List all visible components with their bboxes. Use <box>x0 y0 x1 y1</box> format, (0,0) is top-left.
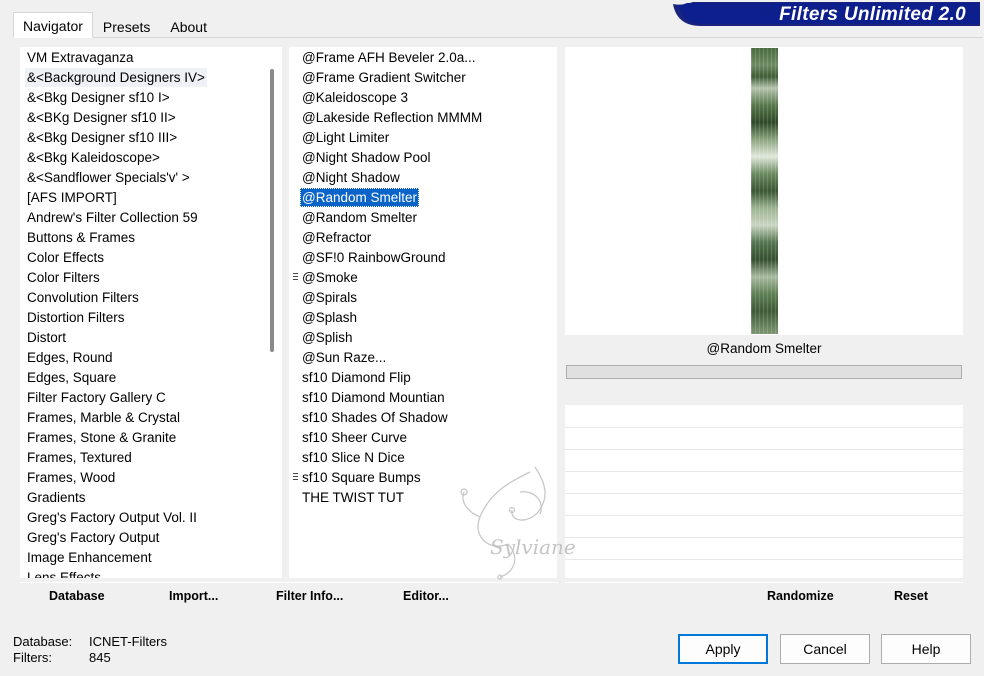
category-item[interactable]: Buttons & Frames <box>25 228 137 247</box>
database-button[interactable]: Database <box>49 589 105 603</box>
filter-item[interactable]: @Spirals <box>300 288 359 307</box>
editor-button[interactable]: Editor... <box>403 589 449 603</box>
filter-item[interactable]: @Lakeside Reflection MMMM <box>300 108 484 127</box>
category-item[interactable]: Greg's Factory Output <box>25 528 161 547</box>
category-item[interactable]: Gradients <box>25 488 88 507</box>
category-item[interactable]: Distortion Filters <box>25 308 127 327</box>
product-banner: Filters Unlimited 2.0 <box>673 2 980 26</box>
tab-bar: Navigator Presets About <box>13 12 217 38</box>
apply-button[interactable]: Apply <box>678 634 768 664</box>
filter-item[interactable]: @Smoke <box>300 268 360 287</box>
preview-progress-area <box>565 365 963 405</box>
banner-title: Filters Unlimited 2.0 <box>779 4 966 25</box>
category-item[interactable]: [AFS IMPORT] <box>25 188 119 207</box>
left-button-bar: Database Import... Filter Info... Editor… <box>20 582 558 612</box>
category-item[interactable]: Edges, Square <box>25 368 118 387</box>
filter-item[interactable]: @Splash <box>300 308 359 327</box>
category-item[interactable]: Andrew's Filter Collection 59 <box>25 208 200 227</box>
category-item[interactable]: &<Background Designers IV> <box>25 68 207 87</box>
category-item[interactable]: Image Enhancement <box>25 548 154 567</box>
category-item[interactable]: Color Filters <box>25 268 102 287</box>
category-item[interactable]: Convolution Filters <box>25 288 141 307</box>
filter-item[interactable]: @Light Limiter <box>300 128 391 147</box>
category-item[interactable]: Frames, Marble & Crystal <box>25 408 182 427</box>
filter-item[interactable]: @Random Smelter <box>300 208 419 227</box>
category-item[interactable]: Greg's Factory Output Vol. II <box>25 508 199 527</box>
import-button[interactable]: Import... <box>169 589 218 603</box>
category-item[interactable]: Distort <box>25 328 68 347</box>
database-label: Database: <box>13 634 73 649</box>
filter-item[interactable]: @Night Shadow <box>300 168 402 187</box>
filters-count-label: Filters: <box>13 650 52 665</box>
tab-presets[interactable]: Presets <box>93 14 160 38</box>
category-item[interactable]: Frames, Wood <box>25 468 117 487</box>
help-button[interactable]: Help <box>881 634 971 664</box>
filter-item[interactable]: sf10 Diamond Flip <box>300 368 413 387</box>
filter-item[interactable]: sf10 Slice N Dice <box>300 448 407 467</box>
filter-info-button[interactable]: Filter Info... <box>276 589 343 603</box>
category-item[interactable]: &<Bkg Designer sf10 III> <box>25 128 179 147</box>
filter-item[interactable]: @SF!0 RainbowGround <box>300 248 448 267</box>
filter-marker-icon <box>293 473 298 482</box>
filter-marker-icon <box>293 273 298 282</box>
filter-item[interactable]: @Kaleidoscope 3 <box>300 88 410 107</box>
parameter-row-divider <box>565 559 963 560</box>
parameter-row-divider <box>565 493 963 494</box>
category-item[interactable]: Color Effects <box>25 248 106 267</box>
preview-panel: @Random Smelter <box>565 47 963 578</box>
category-item[interactable]: Frames, Textured <box>25 448 134 467</box>
preview-filter-name: @Random Smelter <box>565 335 963 365</box>
filter-item[interactable]: THE TWIST TUT <box>300 488 406 507</box>
category-item[interactable]: Lens Effects <box>25 568 103 578</box>
preview-image <box>751 48 778 334</box>
category-item[interactable]: Frames, Stone & Granite <box>25 428 178 447</box>
randomize-button[interactable]: Randomize <box>767 589 834 603</box>
parameter-row-divider <box>565 427 963 428</box>
filter-list[interactable]: @Frame AFH Beveler 2.0a... @Frame Gradien… <box>289 47 557 578</box>
parameter-row-divider <box>565 471 963 472</box>
category-item[interactable]: &<Sandflower Specials'v' > <box>25 168 192 187</box>
right-button-bar: Randomize Reset <box>565 582 963 612</box>
category-scrollbar[interactable] <box>270 69 274 352</box>
database-value: ICNET-Filters <box>89 634 167 649</box>
filters-count-value: 845 <box>89 650 111 665</box>
filter-item[interactable]: @Random Smelter <box>300 188 419 207</box>
filter-item[interactable]: @Frame Gradient Switcher <box>300 68 468 87</box>
filter-item[interactable]: sf10 Square Bumps <box>300 468 423 487</box>
filter-item[interactable]: @Frame AFH Beveler 2.0a... <box>300 48 478 67</box>
filter-item[interactable]: @Night Shadow Pool <box>300 148 433 167</box>
parameter-row-divider <box>565 449 963 450</box>
category-list[interactable]: VM Extravaganza &<Background Designers IV… <box>20 47 282 578</box>
category-item[interactable]: VM Extravaganza <box>25 48 136 67</box>
parameter-row-divider <box>565 515 963 516</box>
category-item[interactable]: &<BKg Designer sf10 II> <box>25 108 178 127</box>
category-item[interactable]: &<Bkg Designer sf10 I> <box>25 88 172 107</box>
tab-navigator[interactable]: Navigator <box>13 12 93 38</box>
reset-button[interactable]: Reset <box>894 589 928 603</box>
tab-panel-border <box>13 37 983 38</box>
filter-item[interactable]: @Splish <box>300 328 354 347</box>
category-item[interactable]: Edges, Round <box>25 348 115 367</box>
preview-progress-bar <box>566 365 962 379</box>
parameter-row-divider <box>565 537 963 538</box>
tab-about[interactable]: About <box>160 14 217 38</box>
filter-item[interactable]: sf10 Sheer Curve <box>300 428 409 447</box>
filter-item[interactable]: @Refractor <box>300 228 373 247</box>
filter-item[interactable]: @Sun Raze... <box>300 348 388 367</box>
filter-item[interactable]: sf10 Diamond Mountian <box>300 388 447 407</box>
category-item[interactable]: Filter Factory Gallery C <box>25 388 168 407</box>
category-item[interactable]: &<Bkg Kaleidoscope> <box>25 148 162 167</box>
cancel-button[interactable]: Cancel <box>780 634 870 664</box>
filter-item[interactable]: sf10 Shades Of Shadow <box>300 408 450 427</box>
